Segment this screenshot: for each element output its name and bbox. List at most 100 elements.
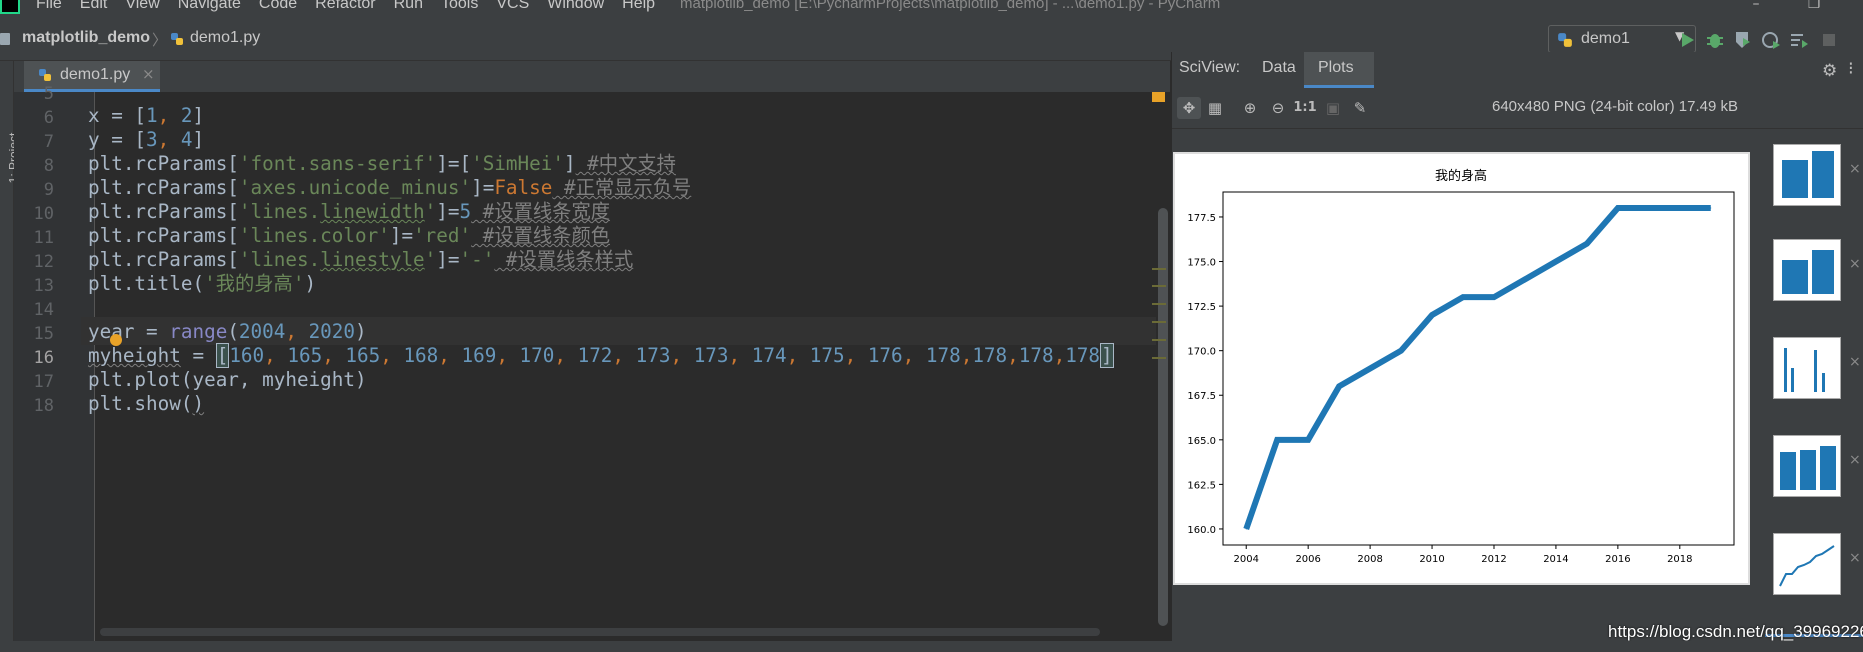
- plot-toolbar: ✥ ▦ ⊕ ⊖ 1:1 ▣ ✎ 640x480 PNG (24-bit colo…: [1172, 88, 1863, 129]
- data-point: [1400, 350, 1402, 352]
- line-number: 18: [33, 396, 54, 416]
- breadcrumb-project[interactable]: matplotlib_demo: [22, 29, 150, 47]
- stop-icon[interactable]: [1818, 29, 1840, 51]
- image-info: 640x480 PNG (24-bit color) 17.49 kB: [1492, 98, 1738, 115]
- code-line-6: x = [1, 2]: [88, 104, 205, 127]
- warning-stripe[interactable]: [1152, 285, 1166, 287]
- warning-stripe[interactable]: [1152, 357, 1166, 359]
- intention-bulb-icon[interactable]: [110, 334, 122, 346]
- menu-help[interactable]: Help: [622, 0, 655, 13]
- data-point: [1462, 296, 1464, 298]
- close-icon[interactable]: ×: [1849, 550, 1861, 566]
- line-number: 8: [43, 156, 54, 176]
- close-icon[interactable]: ×: [1849, 161, 1861, 177]
- zoom-in-icon[interactable]: ⊕: [1238, 97, 1262, 119]
- close-icon[interactable]: ×: [1849, 256, 1861, 272]
- run-icon[interactable]: [1676, 29, 1698, 51]
- warning-icon[interactable]: [1152, 92, 1165, 102]
- close-icon[interactable]: ×: [142, 65, 155, 83]
- plot-image[interactable]: 我的身高 2004 2006 2008 2010 2012 2014 2016 2018 16…: [1173, 152, 1750, 585]
- debug-icon[interactable]: [1704, 29, 1726, 51]
- breadcrumb-file[interactable]: demo1.py: [190, 29, 260, 47]
- close-icon[interactable]: ×: [1849, 452, 1861, 468]
- concurrency-diagram-icon[interactable]: [1788, 29, 1810, 51]
- chart-title: 我的身高: [1435, 168, 1487, 184]
- menu-window[interactable]: Window: [547, 0, 604, 13]
- menu-items: File Edit View Navigate Code Refactor Ru…: [36, 0, 655, 13]
- tab-data[interactable]: Data: [1262, 59, 1296, 77]
- menu-file[interactable]: File: [36, 0, 62, 13]
- thumbnail-image: [1784, 348, 1825, 392]
- plot-thumbnail[interactable]: [1773, 239, 1841, 301]
- line-chart: 我的身高 2004 2006 2008 2010 2012 2014 2016 2018 16…: [1187, 168, 1735, 565]
- warning-stripe[interactable]: [1152, 303, 1166, 305]
- x-tick-label: 2008: [1357, 554, 1382, 565]
- menu-vcs[interactable]: VCS: [496, 0, 529, 13]
- menu-view[interactable]: View: [125, 0, 159, 13]
- menu-refactor[interactable]: Refactor: [315, 0, 375, 13]
- data-point: [1586, 243, 1588, 245]
- thumbnail-image: [1779, 545, 1835, 587]
- vertical-scrollbar[interactable]: [1158, 208, 1168, 626]
- line-number: 10: [33, 204, 54, 224]
- series-line: [1243, 205, 1711, 530]
- status-bar: [0, 641, 1863, 652]
- python-file-icon: [1558, 33, 1572, 47]
- warning-stripe[interactable]: [1152, 339, 1166, 341]
- data-point: [1710, 207, 1712, 209]
- plot-thumbnail[interactable]: [1773, 144, 1841, 206]
- data-point: [1555, 261, 1557, 263]
- background-icon[interactable]: ▣: [1321, 97, 1345, 119]
- actual-size-button[interactable]: 1:1: [1293, 97, 1317, 119]
- breadcrumb-separator: 〉: [152, 31, 168, 49]
- data-point: [1369, 368, 1371, 369]
- minimize-icon[interactable]: –: [1748, 0, 1764, 12]
- sciview-panel: SciView: Data Plots ⚙ ⁝ ✥ ▦ ⊕ ⊖ 1:1 ▣ ✎ …: [1171, 52, 1863, 652]
- zoom-out-icon[interactable]: ⊖: [1266, 97, 1290, 119]
- plot-thumbnail[interactable]: [1773, 337, 1841, 399]
- plot-thumbnail-selected[interactable]: [1773, 533, 1841, 595]
- code-line-18: plt.show(): [88, 392, 205, 415]
- run-with-coverage-icon[interactable]: [1732, 29, 1754, 51]
- restore-icon[interactable]: ❐: [1806, 0, 1822, 12]
- data-point: [1431, 314, 1433, 316]
- folder-icon: [0, 33, 10, 45]
- menu-tools[interactable]: Tools: [441, 0, 478, 13]
- more-icon[interactable]: ⁝: [1848, 58, 1854, 79]
- python-file-icon: [39, 69, 51, 81]
- data-point: [1648, 207, 1650, 209]
- tab-plots[interactable]: Plots: [1304, 52, 1374, 88]
- plot-thumbnail[interactable]: [1773, 435, 1841, 497]
- menu-edit[interactable]: Edit: [80, 0, 108, 13]
- code-line-11: plt.rcParams['lines.color']='red' #设置线条颜…: [88, 224, 611, 247]
- python-file-icon: [171, 33, 183, 45]
- y-tick-label: 165.0: [1187, 436, 1216, 447]
- line-number: 14: [33, 300, 54, 320]
- line-number: 5: [43, 84, 54, 104]
- menu-run[interactable]: Run: [394, 0, 423, 13]
- color-picker-icon[interactable]: ✎: [1348, 97, 1372, 119]
- x-tick-label: 2012: [1481, 554, 1506, 565]
- fit-to-window-icon[interactable]: ✥: [1177, 97, 1201, 119]
- menu-navigate[interactable]: Navigate: [178, 0, 241, 13]
- data-point: [1307, 439, 1309, 441]
- tool-window-strip: 1: Project: [0, 61, 20, 652]
- y-tick-label: 177.5: [1187, 213, 1216, 224]
- run-configuration-select[interactable]: demo1 ▼: [1548, 25, 1696, 53]
- line-number: 13: [33, 276, 54, 296]
- horizontal-scrollbar[interactable]: [100, 628, 1100, 636]
- warning-stripe[interactable]: [1152, 268, 1166, 270]
- gear-icon[interactable]: ⚙: [1822, 61, 1837, 81]
- line-number: 7: [43, 132, 54, 152]
- code-line-12: plt.rcParams['lines.linestyle']='-' #设置线…: [88, 248, 634, 271]
- x-tick-label: 2014: [1543, 554, 1568, 565]
- warning-stripe[interactable]: [1152, 321, 1166, 323]
- sciview-title: SciView:: [1179, 59, 1241, 76]
- profile-icon[interactable]: [1760, 29, 1782, 51]
- close-icon[interactable]: ×: [1849, 354, 1861, 370]
- menu-code[interactable]: Code: [259, 0, 297, 13]
- line-number: 11: [33, 228, 54, 248]
- y-tick-label: 172.5: [1187, 302, 1216, 313]
- grid-icon[interactable]: ▦: [1203, 97, 1227, 119]
- x-tick-label: 2018: [1667, 554, 1692, 565]
